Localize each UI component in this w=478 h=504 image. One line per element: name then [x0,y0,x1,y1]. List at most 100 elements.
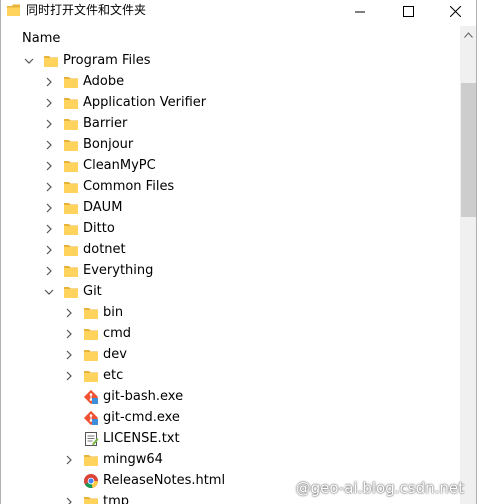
minimize-icon [354,11,365,12]
tree-folder-row[interactable]: dev [1,345,461,366]
folder-icon [63,137,79,153]
tree-file-row[interactable]: git-bash.exe [1,387,461,408]
file-picker-window: 同时打开文件和文件夹 Name Program Files Adobe Applic… [0,0,477,504]
text-file-icon [83,431,99,447]
chevron-right-icon[interactable] [62,495,76,504]
tree-item-label: tmp [103,494,130,504]
tree-folder-row[interactable]: CleanMyPC [1,156,461,177]
chevron-right-icon[interactable] [62,348,76,362]
vertical-scrollbar[interactable] [460,26,476,504]
tree-item-label: git-cmd.exe [103,410,180,425]
chevron-right-icon[interactable] [42,96,56,110]
tree-folder-row[interactable]: Adobe [1,72,461,93]
maximize-icon [402,5,414,17]
column-header-label: Name [22,31,61,46]
tree-item-label: CleanMyPC [83,158,156,173]
tree-item-label: ReleaseNotes.html [103,473,226,488]
tree-item-label: bin [103,305,124,320]
tree-item-label: cmd [103,326,132,341]
tree-file-row[interactable]: git-cmd.exe [1,408,461,429]
tree-folder-row[interactable]: etc [1,366,461,387]
tree-folder-row[interactable]: dotnet [1,240,461,261]
chrome-icon [83,473,99,489]
chevron-right-icon[interactable] [42,75,56,89]
folder-icon [83,305,99,321]
folder-icon [63,284,79,300]
tree-folder-row[interactable]: Bonjour [1,135,461,156]
tree-folder-row[interactable]: Application Verifier [1,93,461,114]
folder-icon [83,452,99,468]
tree-folder-row[interactable]: Common Files [1,177,461,198]
tree-item-label: Application Verifier [83,95,207,110]
folder-icon [63,95,79,111]
title-bar[interactable]: 同时打开文件和文件夹 [1,0,476,22]
chevron-right-icon[interactable] [62,327,76,341]
tree-folder-row[interactable]: mingw64 [1,450,461,471]
chevron-right-icon[interactable] [42,159,56,173]
chevron-right-icon[interactable] [42,138,56,152]
chevron-right-icon[interactable] [42,201,56,215]
tree-item-label: Git [83,284,102,299]
watermark-text: @geo-ai.blog.csdn.net [295,479,464,497]
folder-icon [63,74,79,90]
folder-icon [63,179,79,195]
tree-item-label: Bonjour [83,137,134,152]
folder-icon [83,368,99,384]
tree-item-label: etc [103,368,124,383]
tree-folder-row[interactable]: Barrier [1,114,461,135]
git-icon [83,389,99,405]
git-icon [83,410,99,426]
chevron-right-icon[interactable] [62,369,76,383]
window-title: 同时打开文件和文件夹 [26,3,147,17]
tree-folder-row[interactable]: DAUM [1,198,461,219]
maximize-button[interactable] [385,0,431,22]
folder-icon [43,53,59,69]
chevron-right-icon[interactable] [42,222,56,236]
close-button[interactable] [432,0,476,22]
folder-icon [83,494,99,504]
tree-item-label: Everything [83,263,154,278]
scroll-up-button[interactable] [460,26,476,43]
chevron-right-icon[interactable] [42,180,56,194]
tree-folder-row[interactable]: cmd [1,324,461,345]
folder-icon [63,200,79,216]
folder-icon [63,242,79,258]
tree-item-label: mingw64 [103,452,163,467]
chevron-up-icon [464,31,473,38]
chevron-right-icon[interactable] [62,453,76,467]
folder-icon [83,326,99,342]
tree-item-label: LICENSE.txt [103,431,180,446]
folder-app-icon [7,4,20,16]
folder-icon [83,347,99,363]
chevron-right-icon[interactable] [42,117,56,131]
tree-folder-row[interactable]: bin [1,303,461,324]
tree-folder-row[interactable]: Ditto [1,219,461,240]
tree-folder-row[interactable]: Git [1,282,461,303]
folder-icon [63,158,79,174]
tree-file-row[interactable]: LICENSE.txt [1,429,461,450]
tree-item-label: git-bash.exe [103,389,184,404]
tree-item-label: dev [103,347,127,362]
close-icon [449,5,461,17]
tree-item-label: Program Files [63,53,151,68]
tree-item-label: DAUM [83,200,123,215]
tree-item-label: Ditto [83,221,115,236]
chevron-right-icon[interactable] [42,243,56,257]
file-tree[interactable]: Program Files Adobe Application Verifier Ba… [1,51,461,504]
folder-icon [63,263,79,279]
folder-icon [63,221,79,237]
tree-folder-row[interactable]: Program Files [1,51,461,72]
chevron-right-icon[interactable] [42,264,56,278]
tree-item-label: Barrier [83,116,128,131]
tree-item-label: Adobe [83,74,125,89]
chevron-right-icon[interactable] [62,306,76,320]
tree-folder-row[interactable]: Everything [1,261,461,282]
scrollbar-thumb[interactable] [461,83,476,217]
tree-item-label: Common Files [83,179,175,194]
column-header-name[interactable]: Name [1,29,461,49]
chevron-down-icon[interactable] [42,285,56,299]
chevron-down-icon[interactable] [22,54,36,68]
minimize-button[interactable] [337,0,383,22]
folder-icon [63,116,79,132]
tree-item-label: dotnet [83,242,126,257]
